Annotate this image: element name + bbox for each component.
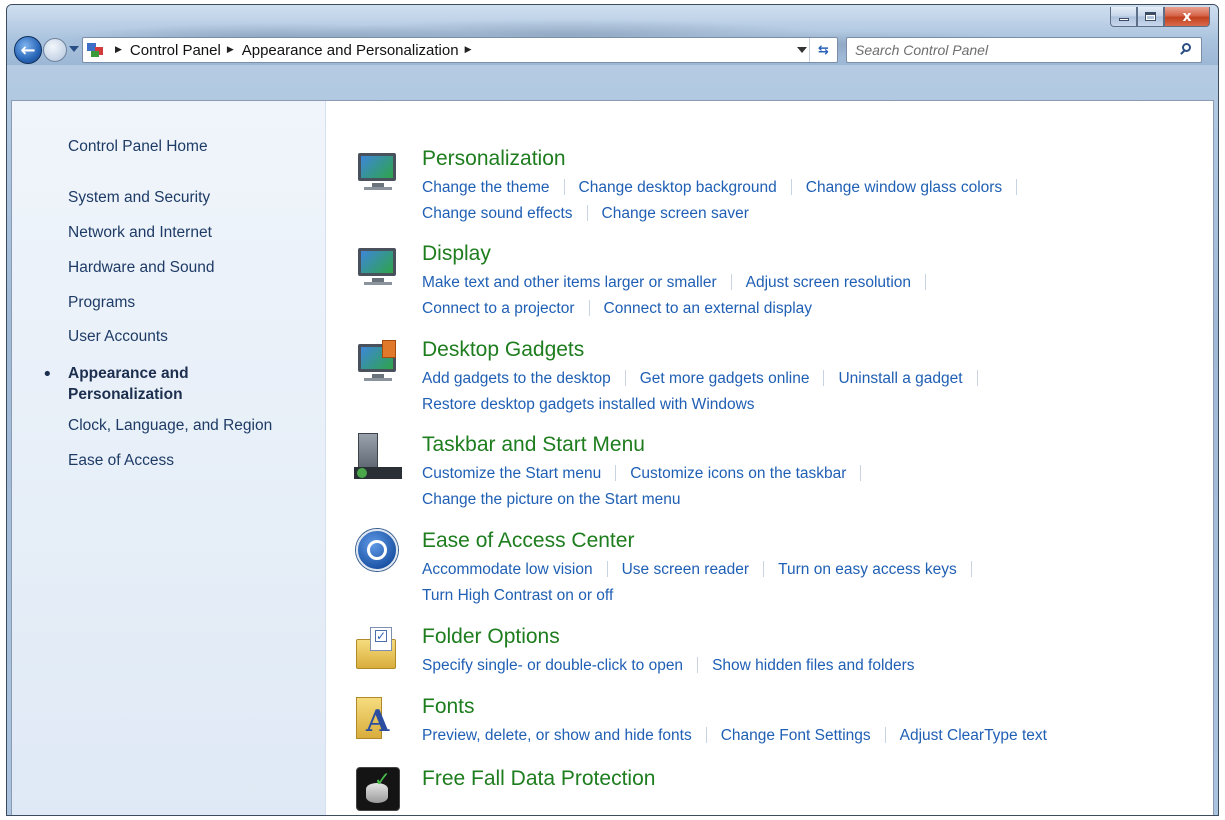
link-adjust-screen-resolution[interactable]: Adjust screen resolution (746, 274, 911, 291)
link-single-double-click[interactable]: Specify single- or double-click to open (422, 657, 683, 674)
sidebar-item-ease-of-access[interactable]: Ease of Access (68, 452, 174, 470)
search-box[interactable] (846, 37, 1202, 63)
sidebar-item-user-accounts[interactable]: User Accounts (68, 328, 168, 346)
link-restore-gadgets[interactable]: Restore desktop gadgets installed with W… (422, 396, 755, 413)
taskbar-icon[interactable] (354, 433, 404, 479)
breadcrumb-separator-icon[interactable]: ▶ (465, 45, 472, 55)
control-panel-window: x ← ▶ Control Panel ▶ Appearance and Per… (6, 4, 1219, 816)
content-area: Control Panel Home System and Security N… (11, 100, 1214, 815)
link-use-screen-reader[interactable]: Use screen reader (622, 561, 750, 578)
desktop-gadgets-icon[interactable] (354, 338, 404, 384)
link-change-font-settings[interactable]: Change Font Settings (721, 727, 871, 744)
category-links-personalization: Change the theme Change desktop backgroun… (422, 175, 1202, 227)
recent-pages-dropdown-icon[interactable] (69, 46, 79, 52)
sidebar-item-control-panel-home[interactable]: Control Panel Home (68, 138, 208, 156)
link-change-theme[interactable]: Change the theme (422, 179, 550, 196)
link-adjust-cleartype-text[interactable]: Adjust ClearType text (900, 727, 1047, 744)
category-title-fonts[interactable]: Fonts (422, 695, 475, 719)
sidebar-item-programs[interactable]: Programs (68, 294, 135, 312)
link-connect-external-display[interactable]: Connect to an external display (604, 300, 813, 317)
minimize-icon (1118, 18, 1129, 21)
category-links-taskbar-and-start-menu: Customize the Start menu Customize icons … (422, 461, 1202, 513)
free-fall-data-protection-icon[interactable]: ✓ (354, 767, 404, 813)
sidebar-item-clock-language-and-region[interactable]: Clock, Language, and Region (68, 417, 272, 435)
sidebar-item-system-and-security[interactable]: System and Security (68, 189, 210, 207)
selected-bullet-icon: • (42, 364, 53, 385)
sidebar-item-appearance-and-personalization[interactable]: Appearance and Personalization (68, 363, 268, 405)
close-icon: x (1182, 8, 1192, 25)
link-add-gadgets[interactable]: Add gadgets to the desktop (422, 370, 611, 387)
category-title-display[interactable]: Display (422, 242, 491, 266)
address-history-dropdown-icon[interactable] (797, 47, 807, 53)
category-title-desktop-gadgets[interactable]: Desktop Gadgets (422, 338, 584, 362)
personalization-icon[interactable] (354, 147, 404, 193)
link-turn-high-contrast[interactable]: Turn High Contrast on or off (422, 587, 613, 604)
category-links-fonts: Preview, delete, or show and hide fonts C… (422, 723, 1202, 749)
maximize-icon (1145, 12, 1156, 21)
ease-of-access-icon[interactable] (354, 529, 404, 575)
link-uninstall-gadget[interactable]: Uninstall a gadget (838, 370, 962, 387)
link-customize-taskbar-icons[interactable]: Customize icons on the taskbar (630, 465, 846, 482)
link-change-screen-saver[interactable]: Change screen saver (602, 205, 749, 222)
maximize-button[interactable] (1137, 7, 1164, 27)
category-title-personalization[interactable]: Personalization (422, 147, 566, 171)
category-links-display: Make text and other items larger or smal… (422, 270, 1202, 322)
category-links-ease-of-access-center: Accommodate low vision Use screen reader T… (422, 557, 1202, 609)
sidebar-item-network-and-internet[interactable]: Network and Internet (68, 224, 212, 242)
link-show-hidden-files[interactable]: Show hidden files and folders (712, 657, 915, 674)
breadcrumb-separator-icon[interactable]: ▶ (115, 45, 122, 55)
category-title-folder-options[interactable]: Folder Options (422, 625, 560, 649)
breadcrumb-separator-icon[interactable]: ▶ (227, 45, 234, 55)
close-button[interactable]: x (1164, 7, 1210, 27)
category-title-ease-of-access-center[interactable]: Ease of Access Center (422, 529, 634, 553)
sidebar-item-hardware-and-sound[interactable]: Hardware and Sound (68, 259, 215, 277)
refresh-button[interactable]: ⇆ (809, 38, 837, 62)
link-change-window-glass-colors[interactable]: Change window glass colors (806, 179, 1002, 196)
caption-buttons: x (1110, 7, 1210, 29)
link-change-desktop-background[interactable]: Change desktop background (579, 179, 777, 196)
link-make-text-larger[interactable]: Make text and other items larger or smal… (422, 274, 717, 291)
link-change-sound-effects[interactable]: Change sound effects (422, 205, 573, 222)
folder-options-icon[interactable]: ✓ (354, 625, 404, 671)
category-list: Personalization Change the theme Change d… (326, 101, 1213, 815)
link-customize-start-menu[interactable]: Customize the Start menu (422, 465, 601, 482)
sidebar: Control Panel Home System and Security N… (12, 101, 326, 815)
link-preview-delete-fonts[interactable]: Preview, delete, or show and hide fonts (422, 727, 692, 744)
category-links-desktop-gadgets: Add gadgets to the desktop Get more gadge… (422, 366, 1202, 418)
fonts-icon[interactable]: A (354, 695, 404, 741)
back-arrow-icon: ← (20, 39, 36, 61)
category-links-folder-options: Specify single- or double-click to open S… (422, 653, 1202, 679)
search-icon[interactable] (1178, 42, 1194, 58)
link-turn-on-easy-access-keys[interactable]: Turn on easy access keys (778, 561, 957, 578)
forward-button[interactable] (43, 38, 67, 62)
link-change-start-menu-picture[interactable]: Change the picture on the Start menu (422, 491, 681, 508)
link-get-more-gadgets[interactable]: Get more gadgets online (640, 370, 810, 387)
search-input[interactable] (855, 41, 1155, 59)
navigation-row: ← ▶ Control Panel ▶ Appearance and Perso… (7, 34, 1218, 66)
category-title-free-fall-data-protection[interactable]: Free Fall Data Protection (422, 767, 655, 791)
minimize-button[interactable] (1110, 7, 1137, 27)
link-accommodate-low-vision[interactable]: Accommodate low vision (422, 561, 593, 578)
breadcrumb-appearance-and-personalization[interactable]: Appearance and Personalization (242, 42, 459, 59)
breadcrumb-control-panel[interactable]: Control Panel (130, 42, 221, 59)
category-title-taskbar-and-start-menu[interactable]: Taskbar and Start Menu (422, 433, 645, 457)
address-bar[interactable]: ▶ Control Panel ▶ Appearance and Persona… (82, 37, 838, 63)
refresh-icon: ⇆ (818, 42, 829, 58)
back-button[interactable]: ← (14, 36, 42, 64)
display-icon[interactable] (354, 242, 404, 288)
link-connect-projector[interactable]: Connect to a projector (422, 300, 575, 317)
control-panel-icon (87, 41, 109, 59)
